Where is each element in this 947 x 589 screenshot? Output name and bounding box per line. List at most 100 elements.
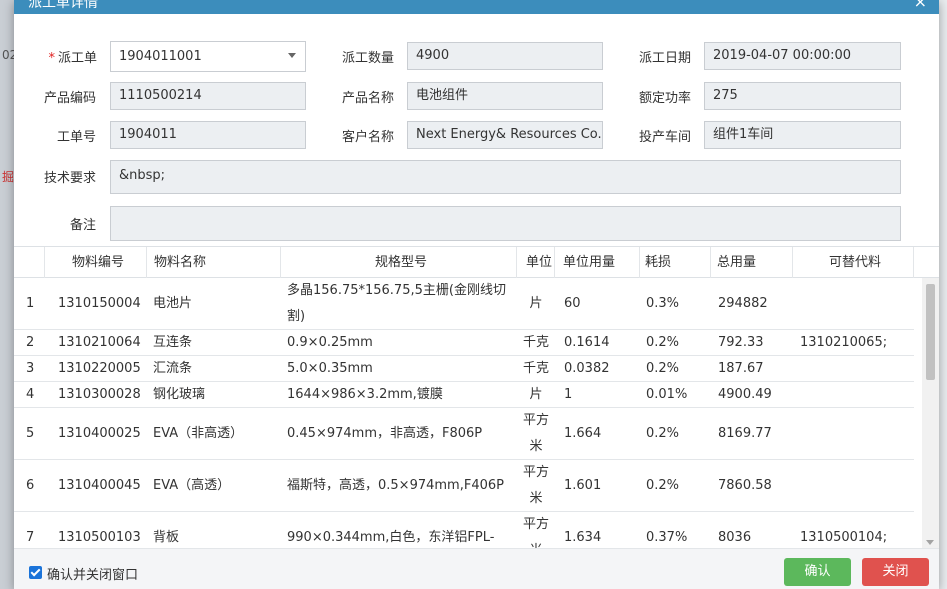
table-row[interactable]: 1 1310150004 电池片 多晶156.75*156.75,5主栅(金刚线… (14, 278, 914, 330)
table-cell: 1.634 (564, 529, 602, 545)
page-right-edge (939, 0, 947, 589)
table-cell: 1310210064 (58, 334, 141, 350)
table-cell: 0.01% (646, 386, 688, 402)
close-button[interactable]: 关闭 (862, 558, 929, 586)
confirm-close-checkbox[interactable] (29, 566, 42, 579)
table-cell-text: 平方米 (522, 412, 549, 454)
table-cell: 1310210065; (800, 334, 888, 350)
table-row[interactable]: 7 1310500103 背板 990×0.344mm,白色，东洋铝FPL- 平… (14, 512, 914, 548)
table-cell: 1310150004 (58, 295, 141, 311)
table-cell (793, 278, 914, 329)
table-body: 1 1310150004 电池片 多晶156.75*156.75,5主栅(金刚线… (14, 278, 924, 548)
close-icon[interactable]: × (914, 0, 927, 11)
scrollbar-thumb[interactable] (926, 284, 935, 380)
table-cell: 1310500103 (58, 529, 141, 545)
dialog-titlebar: 派工单详情 × (14, 0, 939, 14)
table-cell: 钢化玻璃 (153, 386, 206, 402)
remark-label: 备注 (69, 218, 96, 233)
table-cell: 60 (564, 295, 581, 311)
table-cell: 4900.49 (718, 386, 772, 402)
table-cell: 7 (26, 529, 35, 545)
column-header-index (14, 247, 45, 278)
dispatch-date-label: 派工日期 (638, 51, 691, 66)
product-name-field: 电池组件 (407, 82, 603, 110)
table-row[interactable]: 4 1310300028 钢化玻璃 1644×986×3.2mm,镀膜 片 1 … (14, 382, 914, 408)
table-cell: 1.601 (564, 477, 602, 493)
dialog-footer: 确认并关闭窗口 确认 关闭 (14, 548, 939, 589)
rated-power-field: 275 (704, 82, 901, 110)
tech-requirement-label: 技术要求 (43, 171, 96, 186)
product-code-field: 1110500214 (110, 82, 306, 110)
table-cell (793, 356, 914, 381)
table-cell (793, 382, 914, 407)
table-cell: 0.2% (646, 334, 680, 350)
table-cell: 互连条 (153, 334, 193, 350)
table-row[interactable]: 5 1310400025 EVA（非高透） 0.45×974mm，非高透，F80… (14, 408, 914, 460)
table-cell: 平方米 (517, 512, 555, 549)
work-order-label: 工单号 (56, 130, 96, 145)
dispatch-qty-label: 派工数量 (341, 51, 394, 66)
product-name-label: 产品名称 (341, 91, 394, 106)
table-cell: EVA（高透） (153, 477, 231, 493)
dialog-title: 派工单详情 (28, 0, 98, 11)
table-cell: 6 (26, 477, 35, 493)
material-table: 物料编号 物料名称 规格型号 单位 单位用量 耗损 总用量 可替代料 1 131… (14, 246, 939, 548)
table-cell: 千克 (522, 334, 549, 350)
column-header-code: 物料编号 (45, 247, 147, 278)
table-cell: 0.0382 (564, 360, 610, 376)
table-scrollbar[interactable] (922, 278, 939, 548)
dispatch-no-label: * 派工单 (48, 51, 97, 66)
table-cell: 5.0×0.35mm (287, 360, 373, 376)
table-row[interactable]: 6 1310400045 EVA（高透） 福斯特，高透，0.5×974mm,F4… (14, 460, 914, 512)
table-cell: 792.33 (718, 334, 764, 350)
table-cell: 1 (564, 386, 573, 402)
confirm-button[interactable]: 确认 (784, 558, 851, 586)
table-row[interactable]: 2 1310210064 互连条 0.9×0.25mm 千克 0.1614 0.… (14, 330, 914, 356)
table-cell: EVA（非高透） (153, 425, 244, 441)
table-cell: 0.3% (646, 295, 680, 311)
table-cell: 294882 (718, 295, 768, 311)
table-cell: 8169.77 (718, 425, 772, 441)
customer-name-field: Next Energy& Resources Co.,LTD (407, 121, 603, 149)
table-cell: 7860.58 (718, 477, 772, 493)
table-cell: 多晶156.75*156.75,5主栅(金刚线切割) (281, 278, 517, 329)
workshop-label: 投产车间 (638, 130, 691, 145)
product-code-label: 产品编码 (43, 91, 96, 106)
table-cell-text: 多晶156.75*156.75,5主栅(金刚线切割) (287, 282, 506, 324)
table-cell: 3 (26, 360, 35, 376)
customer-name-label: 客户名称 (341, 130, 394, 145)
remark-field (110, 206, 901, 241)
table-cell: 0.2% (646, 477, 680, 493)
table-cell: 187.67 (718, 360, 764, 376)
table-cell: 背板 (153, 529, 180, 545)
work-order-field: 1904011 (110, 121, 306, 149)
table-cell: 1310300028 (58, 386, 141, 402)
dispatch-date-field: 2019-04-07 00:00:00 (704, 42, 901, 70)
table-cell: 平方米 (517, 460, 555, 511)
table-cell: 0.2% (646, 425, 680, 441)
column-header-loss: 耗损 (640, 247, 711, 278)
table-cell: 平方米 (517, 408, 555, 459)
column-header-unit-qty: 单位用量 (555, 247, 640, 278)
table-cell: 0.45×974mm，非高透，F806P (287, 425, 483, 441)
dispatch-no-select[interactable]: 1904011001 (110, 41, 306, 72)
table-cell: 1 (26, 295, 35, 311)
dispatch-qty-field: 4900 (407, 42, 603, 70)
table-cell: 1310400045 (58, 477, 141, 493)
column-header-name: 物料名称 (147, 247, 281, 278)
table-cell: 990×0.344mm,白色，东洋铝FPL- (287, 529, 495, 545)
table-cell: 5 (26, 425, 35, 441)
confirm-close-checkbox-label[interactable]: 确认并关闭窗口 (47, 564, 138, 583)
table-cell (793, 408, 914, 459)
table-cell: 片 (529, 295, 543, 311)
table-cell: 0.1614 (564, 334, 610, 350)
table-cell-text: 平方米 (522, 516, 549, 549)
column-header-alt: 可替代料 (793, 247, 914, 278)
scroll-down-icon[interactable] (926, 540, 934, 545)
table-cell: 4 (26, 386, 35, 402)
table-cell: 1310500104; (800, 529, 888, 545)
table-cell: 电池片 (153, 295, 193, 311)
chevron-down-icon (288, 53, 296, 58)
table-cell (793, 460, 914, 511)
table-row[interactable]: 3 1310220005 汇流条 5.0×0.35mm 千克 0.0382 0.… (14, 356, 914, 382)
